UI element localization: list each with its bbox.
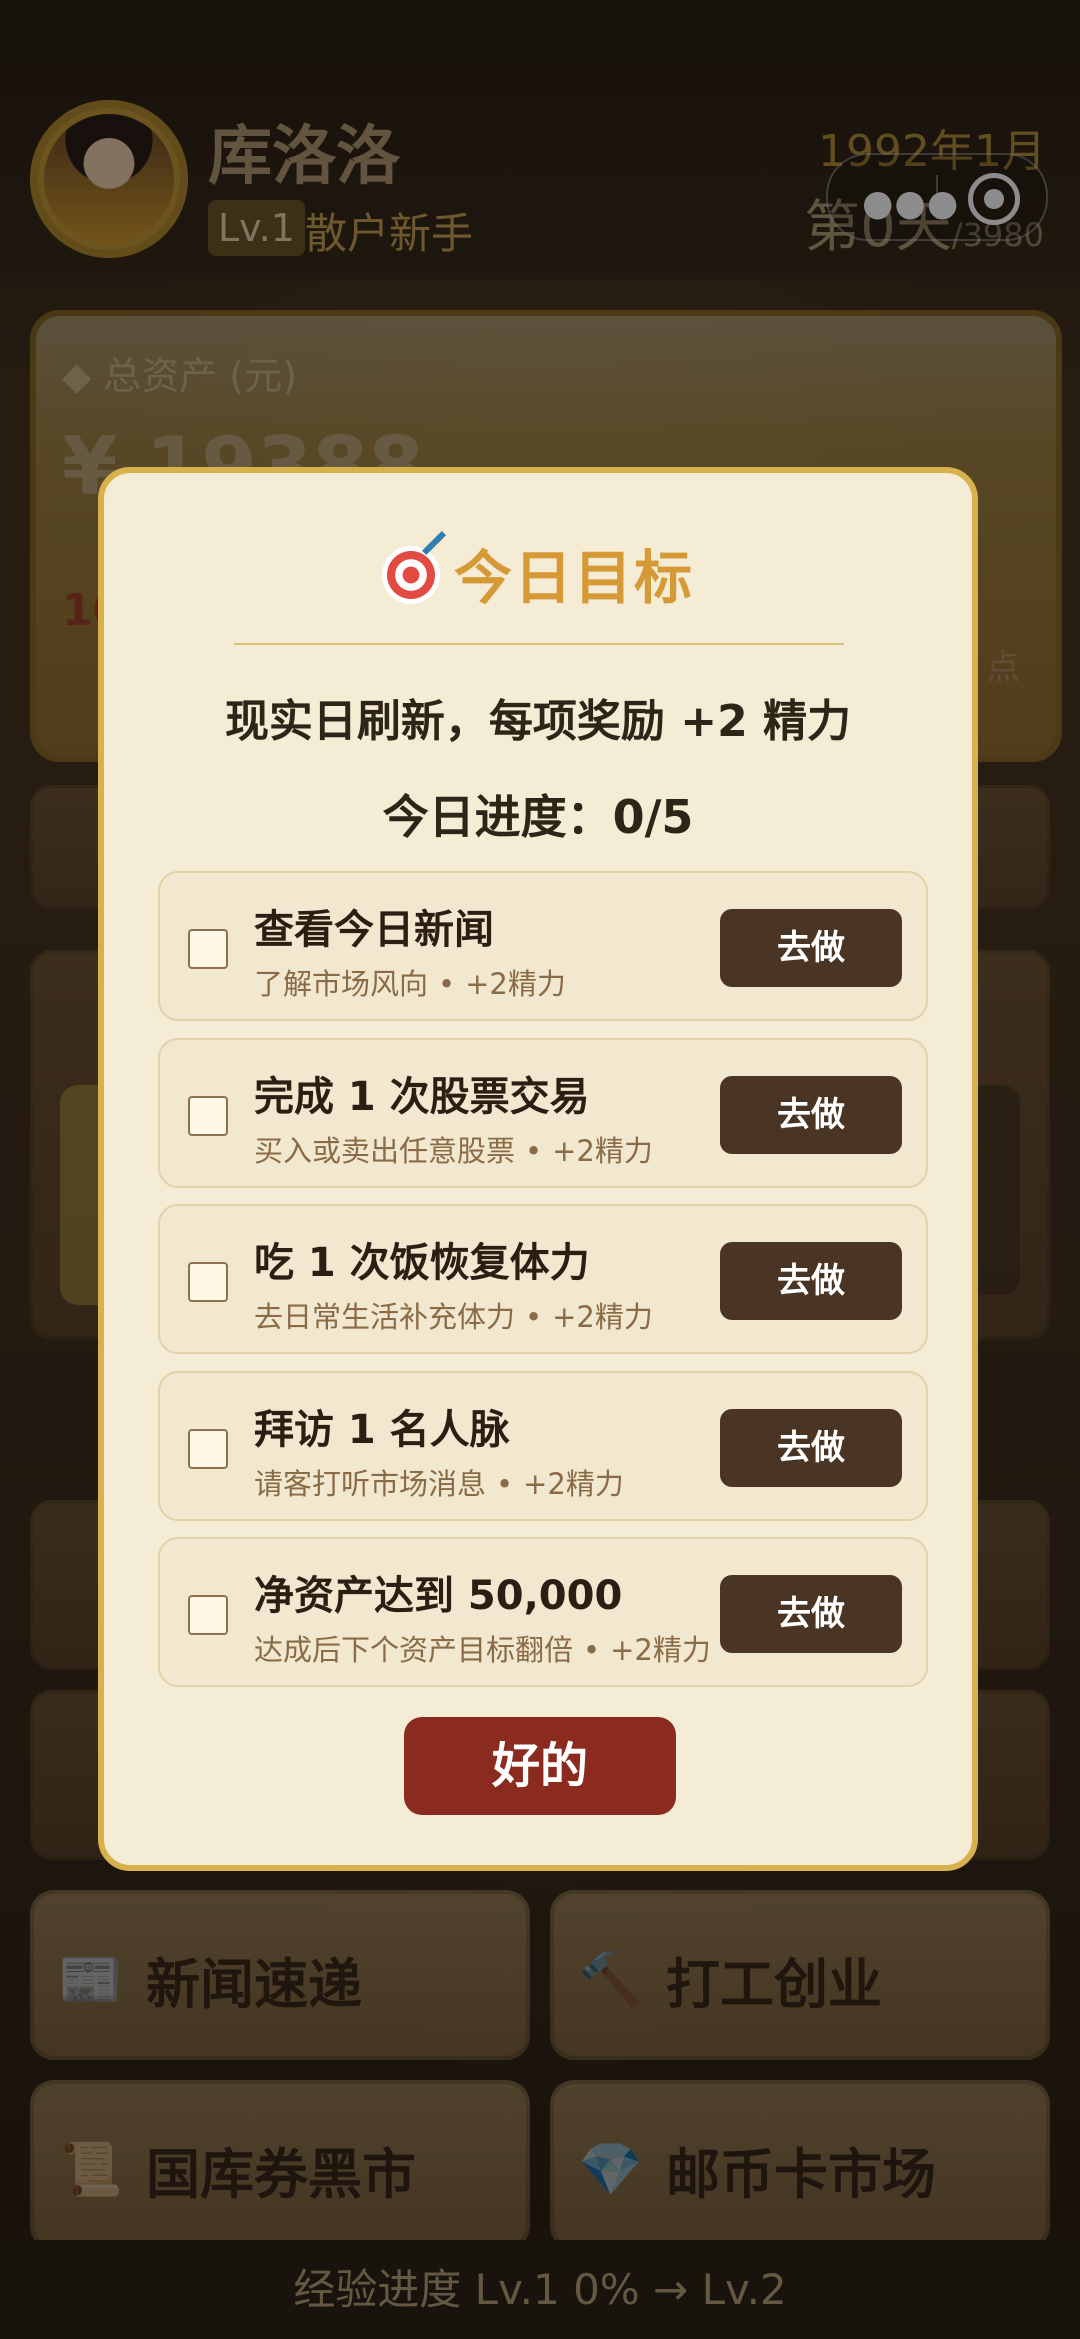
separator-dot: • — [525, 1300, 543, 1334]
task-desc: 请客打听市场消息 • +2精力 — [254, 1461, 624, 1503]
task-item: 完成 1 次股票交易 买入或卖出任意股票 • +2精力 去做 — [158, 1038, 928, 1188]
task-desc: 去日常生活补充体力 • +2精力 — [254, 1294, 653, 1336]
task-item: 净资产达到 50,000 达成后下个资产目标翻倍 • +2精力 去做 — [158, 1537, 928, 1687]
task-desc-text: 去日常生活补充体力 — [254, 1300, 516, 1334]
modal-subtitle: 现实日刷新，每项奖励 +2 精力 — [224, 696, 852, 747]
separator-dot: • — [583, 1633, 601, 1667]
task-title: 查看今日新闻 — [254, 907, 494, 953]
go-do-button[interactable]: 去做 — [720, 1575, 902, 1653]
go-do-button[interactable]: 去做 — [720, 1242, 902, 1320]
modal-title-text: 今日目标 — [453, 544, 694, 612]
task-checkbox[interactable] — [188, 929, 228, 969]
task-reward: +2精力 — [465, 967, 566, 1001]
task-checkbox[interactable] — [188, 1262, 228, 1302]
task-desc-text: 达成后下个资产目标翻倍 — [254, 1633, 574, 1667]
task-desc-text: 了解市场风向 — [254, 967, 429, 1001]
go-do-button[interactable]: 去做 — [720, 1076, 902, 1154]
separator-dot: • — [438, 967, 456, 1001]
task-item: 拜访 1 名人脉 请客打听市场消息 • +2精力 去做 — [158, 1371, 928, 1521]
task-checkbox[interactable] — [188, 1096, 228, 1136]
daily-progress: 今日进度：0/5 — [382, 790, 694, 844]
task-desc: 达成后下个资产目标翻倍 • +2精力 — [254, 1627, 711, 1669]
daily-goals-modal: 今日目标 现实日刷新，每项奖励 +2 精力 今日进度：0/5 查看今日新闻 了解… — [98, 467, 978, 1871]
separator-dot: • — [496, 1467, 514, 1501]
task-reward: +2精力 — [552, 1300, 653, 1334]
target-icon — [381, 546, 440, 604]
task-checkbox[interactable] — [188, 1429, 228, 1469]
task-desc-text: 请客打听市场消息 — [254, 1467, 487, 1501]
task-item: 查看今日新闻 了解市场风向 • +2精力 去做 — [158, 871, 928, 1021]
task-desc-text: 买入或卖出任意股票 — [254, 1134, 516, 1168]
ok-button[interactable]: 好的 — [404, 1717, 676, 1815]
task-checkbox[interactable] — [188, 1595, 228, 1635]
task-reward: +2精力 — [552, 1134, 653, 1168]
task-title: 完成 1 次股票交易 — [254, 1074, 590, 1120]
modal-title: 今日目标 — [104, 531, 972, 615]
task-item: 吃 1 次饭恢复体力 去日常生活补充体力 • +2精力 去做 — [158, 1204, 928, 1354]
task-title: 拜访 1 名人脉 — [254, 1407, 510, 1453]
task-reward: +2精力 — [610, 1633, 711, 1667]
task-reward: +2精力 — [523, 1467, 624, 1501]
go-do-button[interactable]: 去做 — [720, 1409, 902, 1487]
go-do-button[interactable]: 去做 — [720, 909, 902, 987]
title-divider — [234, 643, 844, 645]
separator-dot: • — [525, 1134, 543, 1168]
task-title: 净资产达到 50,000 — [254, 1573, 623, 1619]
task-desc: 买入或卖出任意股票 • +2精力 — [254, 1128, 653, 1170]
task-title: 吃 1 次饭恢复体力 — [254, 1240, 590, 1286]
task-desc: 了解市场风向 • +2精力 — [254, 961, 566, 1003]
